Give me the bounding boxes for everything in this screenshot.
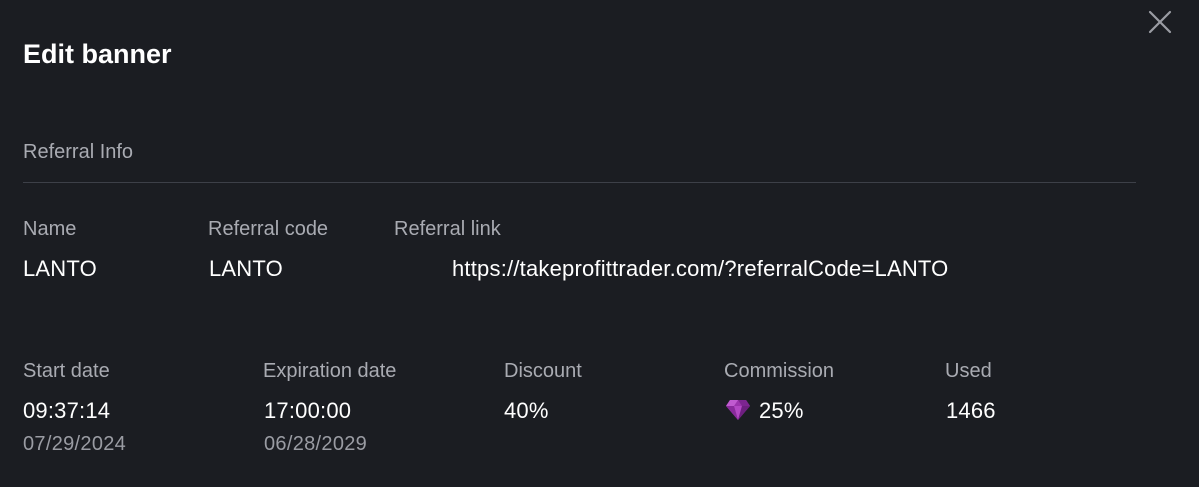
expiration-date-time: 17:00:00 (264, 398, 352, 423)
discount-label: Discount (504, 360, 582, 382)
start-date-date: 07/29/2024 (23, 433, 127, 455)
expiration-date-date: 06/28/2029 (264, 433, 368, 455)
name-value: LANTO (23, 256, 97, 281)
referral-code-value: LANTO (209, 256, 283, 281)
edit-banner-modal: Edit banner Referral Info Name LANTO Ref… (0, 0, 1199, 487)
start-date-time: 09:37:14 (23, 398, 111, 423)
referral-link-label: Referral link (394, 218, 501, 240)
discount-value: 40% (504, 398, 549, 423)
gem-icon (726, 400, 750, 420)
section-title-referral-info: Referral Info (23, 141, 134, 163)
commission-value-wrap: 25% (725, 397, 804, 425)
expiration-date-label: Expiration date (263, 360, 397, 382)
referral-link-value[interactable]: https://takeprofittrader.com/?referralCo… (452, 255, 948, 283)
close-icon[interactable] (1146, 8, 1174, 36)
modal-title: Edit banner (23, 39, 172, 69)
commission-label: Commission (724, 360, 835, 382)
section-divider (23, 182, 1136, 183)
commission-value: 25% (759, 398, 804, 423)
close-button[interactable] (1146, 8, 1174, 36)
referral-code-label: Referral code (208, 218, 329, 240)
name-label: Name (23, 218, 77, 240)
used-value: 1466 (946, 398, 996, 423)
start-date-label: Start date (23, 360, 110, 382)
used-label: Used (945, 360, 992, 382)
